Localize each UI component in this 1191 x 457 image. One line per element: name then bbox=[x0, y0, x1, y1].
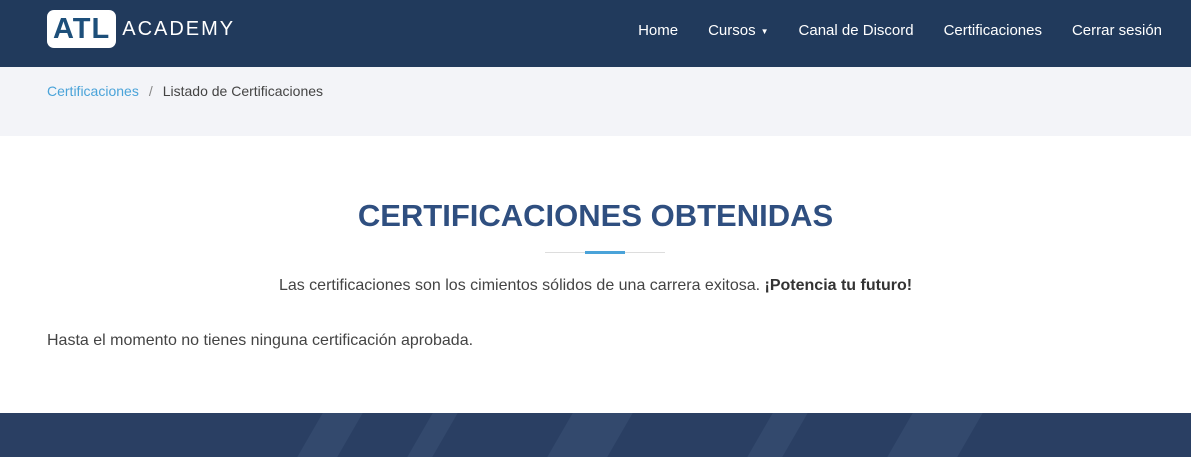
logo-mark-box: ATL bbox=[47, 10, 117, 48]
brand-logo[interactable]: ATL ACADEMY bbox=[47, 10, 235, 48]
caret-down-icon: ▼ bbox=[760, 26, 769, 36]
nav-cursos-dropdown[interactable]: Cursos ▼ bbox=[708, 22, 768, 39]
logo-mark: ATL bbox=[53, 12, 111, 45]
page-title: CERTIFICACIONES OBTENIDAS bbox=[357, 198, 834, 233]
nav-certificaciones[interactable]: Certificaciones bbox=[944, 22, 1042, 39]
main-nav: Home Cursos ▼ Canal de Discord Certifica… bbox=[608, 0, 1162, 60]
nav-certificaciones-label: Certificaciones bbox=[943, 21, 1042, 39]
nav-discord[interactable]: Canal de Discord bbox=[799, 22, 914, 39]
footer-band bbox=[0, 413, 1191, 457]
footer-decoration bbox=[547, 413, 633, 457]
logo-word: ACADEMY bbox=[122, 17, 236, 40]
title-divider-accent bbox=[585, 251, 625, 254]
nav-discord-label: Canal de Discord bbox=[798, 21, 914, 39]
breadcrumb-link-certificaciones[interactable]: Certificaciones bbox=[47, 83, 139, 99]
footer-decoration bbox=[297, 413, 363, 457]
footer-decoration bbox=[887, 413, 983, 457]
nav-logout-label: Cerrar sesión bbox=[1071, 21, 1162, 39]
breadcrumb-band: Certificaciones / Listado de Certificaci… bbox=[0, 67, 1191, 136]
breadcrumb-current: Listado de Certificaciones bbox=[162, 83, 324, 99]
nav-cursos-label: Cursos bbox=[708, 21, 756, 39]
nav-home[interactable]: Home bbox=[638, 22, 678, 39]
empty-state-message: Hasta el momento no tienes ninguna certi… bbox=[47, 332, 474, 349]
breadcrumb-separator: / bbox=[148, 83, 153, 99]
nav-logout[interactable]: Cerrar sesión bbox=[1072, 22, 1162, 39]
footer-decoration bbox=[407, 413, 458, 457]
top-navbar: ATL ACADEMY Home Cursos ▼ Canal de Disco… bbox=[0, 0, 1191, 67]
tagline-text: Las certificaciones son los cimientos só… bbox=[278, 277, 765, 294]
nav-home-label: Home bbox=[638, 21, 679, 39]
main-content: CERTIFICACIONES OBTENIDAS Las certificac… bbox=[0, 136, 1191, 413]
tagline: Las certificaciones son los cimientos só… bbox=[0, 277, 1191, 295]
tagline-bold: ¡Potencia tu futuro! bbox=[764, 277, 913, 294]
breadcrumb: Certificaciones / Listado de Certificaci… bbox=[47, 83, 323, 99]
footer-decoration bbox=[747, 413, 808, 457]
